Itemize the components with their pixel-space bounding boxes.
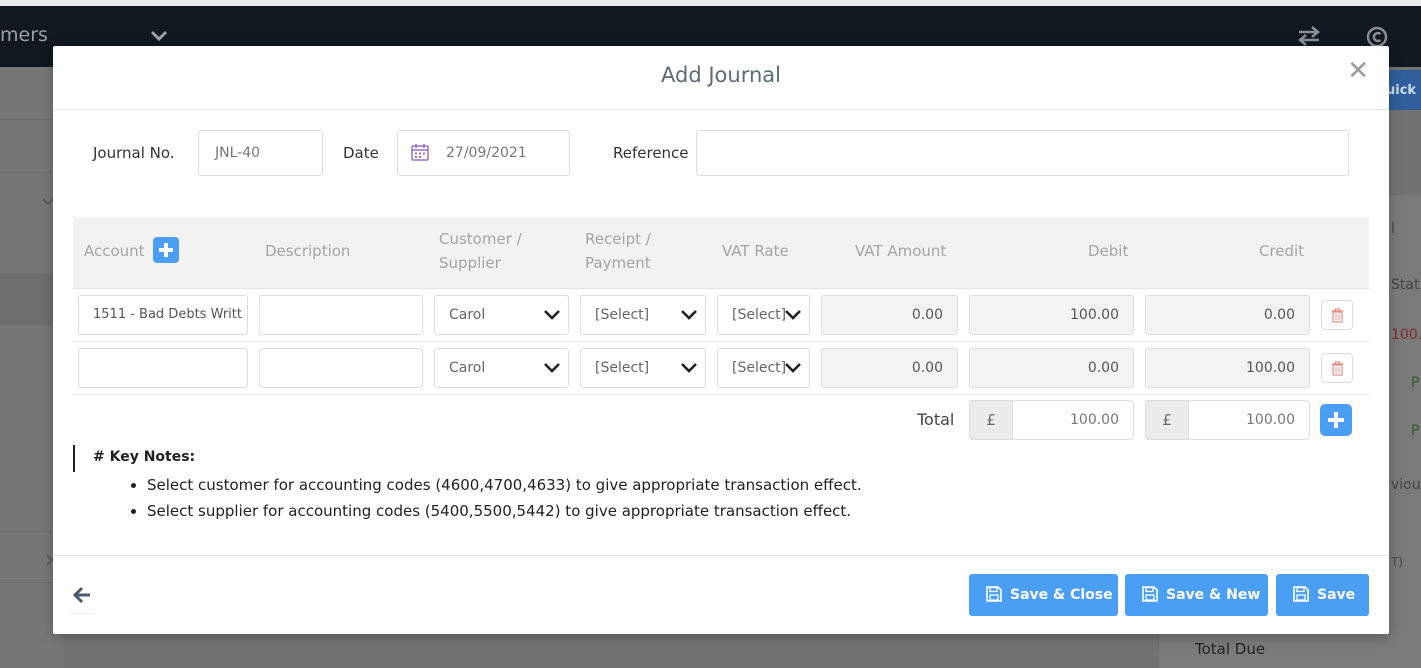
- currency-addon: £: [1145, 400, 1189, 440]
- modal-header: Add Journal ✕: [53, 46, 1389, 110]
- chevron-down-icon: [785, 310, 801, 320]
- debit-input[interactable]: 100.00: [969, 295, 1134, 335]
- credit-input[interactable]: 100.00: [1145, 348, 1310, 388]
- column-vat-amount: VAT Amount: [855, 242, 947, 260]
- currency-addon: £: [969, 400, 1013, 440]
- key-notes-title: # Key Notes:: [93, 449, 196, 465]
- vat-rate-value: [Select]: [732, 360, 787, 376]
- journal-table-header: Account Description Customer / Supplier …: [73, 217, 1369, 289]
- receipt-payment-value: [Select]: [595, 360, 650, 376]
- quick-add-label: uick: [1386, 83, 1417, 98]
- back-arrow-icon[interactable]: [71, 582, 95, 614]
- journal-no-label: Journal No.: [93, 144, 175, 162]
- nav-menu-label[interactable]: mers: [0, 24, 48, 46]
- trash-icon: [1331, 308, 1344, 323]
- save-close-label: Save & Close: [1010, 587, 1113, 603]
- notes-accent-bar: [73, 445, 75, 472]
- column-customer-label: Customer /: [439, 230, 522, 248]
- journal-no-input[interactable]: JNL-40: [198, 130, 323, 176]
- date-label: Date: [343, 144, 379, 162]
- summary-cell: P: [1411, 375, 1420, 391]
- customer-value: Carol: [449, 360, 486, 376]
- vat-amount-field: 0.00: [821, 295, 958, 335]
- modal-title: Add Journal: [661, 63, 781, 87]
- key-note-item: Select supplier for accounting codes (54…: [147, 498, 862, 524]
- total-due-label: Total Due: [1195, 640, 1266, 658]
- save-button[interactable]: Save: [1276, 574, 1369, 616]
- chevron-down-icon: [544, 363, 560, 373]
- quick-add-button[interactable]: uick: [1386, 70, 1421, 110]
- summary-cell: 100.: [1391, 327, 1421, 343]
- date-value: 27/09/2021: [446, 145, 527, 161]
- total-credit-field: 100.00: [1189, 400, 1310, 440]
- column-debit: Debit: [1088, 242, 1129, 260]
- summary-cell: vious: [1391, 477, 1421, 493]
- reference-label: Reference: [613, 144, 689, 162]
- column-supplier-label: Supplier: [439, 254, 501, 272]
- date-input[interactable]: 27/09/2021: [397, 130, 570, 176]
- save-icon: [1142, 586, 1158, 602]
- customer-value: Carol: [449, 307, 486, 323]
- summary-cell: P: [1411, 423, 1420, 439]
- column-customer-supplier: Customer / Supplier: [439, 227, 522, 275]
- summary-cell: l: [1391, 221, 1395, 237]
- column-credit: Credit: [1259, 242, 1305, 260]
- vat-rate-select[interactable]: [Select]: [717, 295, 810, 335]
- chevron-down-icon: [785, 363, 801, 373]
- add-account-button[interactable]: [153, 237, 180, 263]
- save-close-button[interactable]: Save & Close: [969, 574, 1118, 616]
- vat-rate-value: [Select]: [732, 307, 787, 323]
- column-vat-rate: VAT Rate: [722, 242, 789, 260]
- customer-select[interactable]: Carol: [434, 348, 569, 388]
- total-label: Total: [917, 410, 955, 429]
- total-debit-field: 100.00: [1013, 400, 1134, 440]
- chevron-down-icon: [681, 310, 697, 320]
- column-description: Description: [265, 242, 351, 260]
- summary-cell: T): [1391, 555, 1404, 569]
- key-notes-list: Select customer for accounting codes (46…: [147, 472, 862, 524]
- description-input[interactable]: [259, 295, 423, 335]
- vat-amount-field: 0.00: [821, 348, 958, 388]
- chevron-down-icon: [681, 363, 697, 373]
- receipt-payment-select[interactable]: [Select]: [580, 295, 706, 335]
- receipt-payment-select[interactable]: [Select]: [580, 348, 706, 388]
- customer-select[interactable]: Carol: [434, 295, 569, 335]
- chevron-down-icon: [544, 310, 560, 320]
- row-divider: [73, 341, 1369, 342]
- calendar-icon: [411, 144, 429, 161]
- save-label: Save: [1317, 587, 1356, 603]
- save-new-label: Save & New: [1166, 587, 1261, 603]
- account-input[interactable]: [78, 348, 248, 388]
- delete-row-button[interactable]: [1321, 353, 1353, 383]
- receipt-payment-value: [Select]: [595, 307, 650, 323]
- save-new-button[interactable]: Save & New: [1125, 574, 1268, 616]
- column-receipt-payment: Receipt / Payment: [585, 227, 651, 275]
- column-payment-label: Payment: [585, 254, 651, 272]
- account-input[interactable]: 1511 - Bad Debts Writt: [78, 295, 248, 335]
- debit-input[interactable]: 0.00: [969, 348, 1134, 388]
- description-input[interactable]: [259, 348, 423, 388]
- reference-input[interactable]: [696, 130, 1349, 176]
- vat-rate-select[interactable]: [Select]: [717, 348, 810, 388]
- delete-row-button[interactable]: [1321, 300, 1353, 330]
- close-icon[interactable]: ✕: [1347, 56, 1369, 86]
- key-note-item: Select customer for accounting codes (46…: [147, 472, 862, 498]
- save-icon: [986, 586, 1002, 602]
- save-icon: [1293, 586, 1309, 602]
- credit-input[interactable]: 0.00: [1145, 295, 1310, 335]
- column-account-label: Account: [84, 242, 145, 260]
- trash-icon: [1331, 361, 1344, 376]
- column-receipt-label: Receipt /: [585, 230, 651, 248]
- column-account: Account: [84, 237, 180, 263]
- add-row-button[interactable]: [1320, 404, 1352, 436]
- add-journal-modal: Add Journal ✕ Journal No. JNL-40 Date 27…: [53, 46, 1389, 634]
- row-divider: [73, 394, 1369, 395]
- modal-footer: Save & Close Save & New Save: [53, 555, 1389, 634]
- chevron-down-icon[interactable]: [150, 26, 168, 47]
- summary-cell: Stat: [1391, 277, 1420, 293]
